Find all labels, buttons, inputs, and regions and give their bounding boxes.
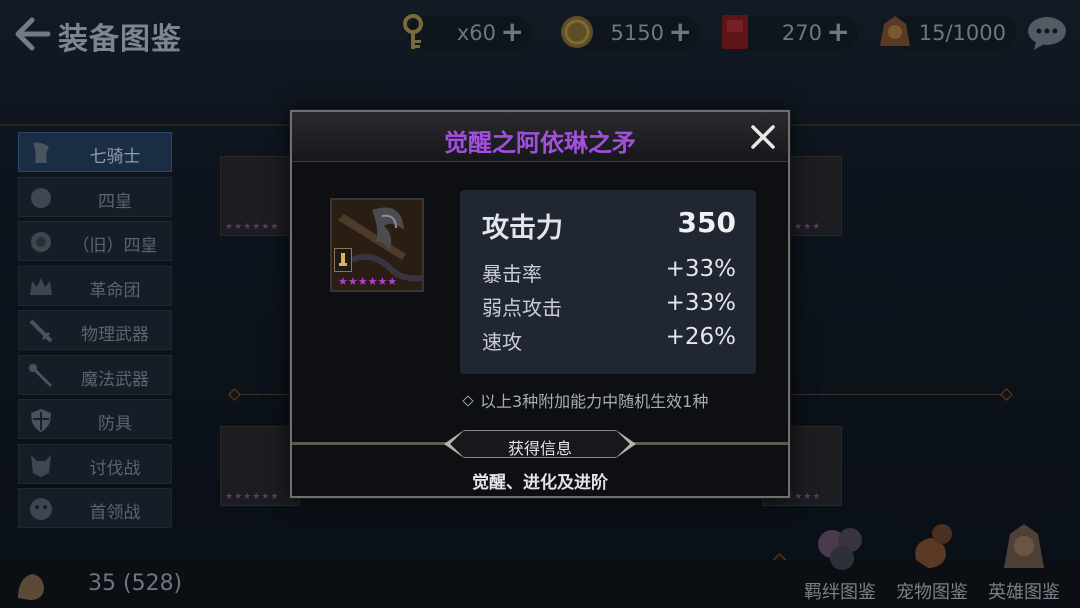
stat-value: +33% — [665, 256, 736, 282]
sidebar-item-revolution[interactable]: 革命团 — [18, 265, 172, 306]
stat-row: 速攻 +26% — [482, 324, 736, 354]
stat-row: 暴击率 +33% — [482, 256, 736, 286]
equipment-count-icon — [18, 574, 44, 600]
pet-collection-icon — [915, 524, 952, 568]
stat-label: 速攻 — [482, 330, 522, 354]
stat-label: 弱点攻击 — [482, 296, 562, 320]
section-divider — [236, 394, 290, 395]
top-bar: 装备图鉴 x60 + 5150 + 270 + 15/1000 — [0, 0, 1080, 70]
random-effect-note: 以上3种附加能力中随机生效1种 — [462, 388, 708, 412]
sidebar-item-boss-battle[interactable]: 首领战 — [18, 488, 172, 528]
add-key-button[interactable]: + — [501, 17, 524, 47]
stat-panel: 攻击力 350 暴击率 +33% 弱点攻击 +33% 速攻 +26% — [460, 190, 756, 374]
ruby-count: 270 — [781, 21, 822, 45]
four-emperors-icon — [31, 187, 51, 208]
stat-label: 暴击率 — [482, 262, 542, 286]
old-four-emperors-icon — [31, 232, 51, 252]
equipment-card[interactable]: ★★★★★★ — [220, 156, 300, 236]
stat-value: +26% — [665, 324, 736, 350]
equip-type-icon — [334, 248, 352, 272]
shield-icon — [31, 409, 51, 432]
sidebar-item-raid[interactable]: 讨伐战 — [18, 443, 172, 484]
sidebar-item-physical-weapons[interactable]: 物理武器 — [18, 310, 172, 350]
source-info-tag: 获得信息 — [450, 430, 630, 458]
coin-icon — [561, 16, 593, 48]
back-arrow-icon[interactable] — [12, 14, 52, 54]
item-star-rating: ★★★★★★ — [338, 275, 398, 288]
tab-pet-collection[interactable]: 宠物图鉴 — [890, 514, 974, 608]
coin-count: 5150 — [610, 21, 664, 45]
source-info-label: 获得信息 — [507, 439, 572, 458]
boss-icon — [30, 498, 52, 520]
crown-icon — [30, 277, 52, 295]
category-sidebar: 七骑士 四皇 （旧）四皇 革命团 物理武器 魔法武器 防具 讨伐战 首领战 — [18, 132, 172, 552]
key-count: x60 — [456, 21, 496, 45]
hero-collection-icon — [1004, 524, 1044, 568]
modal-header: 觉醒之阿依琳之矛 — [292, 112, 788, 162]
tab-bond-collection[interactable]: 羁绊图鉴 — [798, 514, 882, 608]
demon-icon — [31, 454, 51, 477]
section-divider — [790, 394, 1004, 395]
attack-value: 350 — [677, 206, 736, 239]
source-info-text: 觉醒、进化及进阶 — [472, 473, 608, 493]
add-ruby-button[interactable]: + — [827, 17, 850, 47]
equipment-detail-modal: 觉醒之阿依琳之矛 ★★★★★★ 攻击力 350 暴击率 +33% 弱点攻击 +3… — [290, 110, 790, 498]
ruby-icon — [722, 15, 748, 49]
equipment-card[interactable]: ★★★★★★ — [220, 426, 300, 506]
modal-title: 觉醒之阿依琳之矛 — [444, 129, 636, 157]
ruby-resource: 270 + — [722, 15, 858, 50]
attack-label: 攻击力 — [482, 213, 563, 244]
sidebar-item-magic-weapons[interactable]: 魔法武器 — [18, 354, 172, 395]
stat-row: 弱点攻击 +33% — [482, 290, 736, 320]
add-coin-button[interactable]: + — [669, 17, 692, 47]
sidebar-item-four-emperors[interactable]: 四皇 — [18, 176, 172, 217]
stat-value: +33% — [665, 290, 736, 316]
item-thumbnail: ★★★★★★ — [330, 198, 424, 292]
sidebar-item-old-four-emperors[interactable]: （旧）四皇 — [18, 221, 172, 261]
chat-bubble-icon[interactable] — [1026, 14, 1068, 52]
close-icon[interactable] — [748, 122, 778, 152]
equipment-count: 35 (528) — [88, 571, 183, 596]
diamond-bullet-icon — [462, 395, 474, 407]
key-icon — [403, 14, 423, 49]
page-title: 装备图鉴 — [58, 22, 182, 57]
tab-hero-collection[interactable]: 英雄图鉴 — [982, 514, 1066, 608]
knight-emblem-icon — [33, 142, 49, 163]
bond-collection-icon — [818, 528, 862, 570]
key-resource: x60 + — [403, 14, 532, 50]
staff-icon — [29, 363, 53, 387]
hero-capacity-resource: 15/1000 — [880, 16, 1016, 50]
sidebar-item-seven-knights[interactable]: 七骑士 — [18, 132, 172, 172]
coin-resource: 5150 + — [561, 16, 700, 50]
hero-capacity-icon — [880, 16, 910, 46]
sword-icon — [29, 319, 53, 343]
sidebar-item-armor[interactable]: 防具 — [18, 399, 172, 439]
hero-capacity-count: 15/1000 — [918, 21, 1006, 45]
